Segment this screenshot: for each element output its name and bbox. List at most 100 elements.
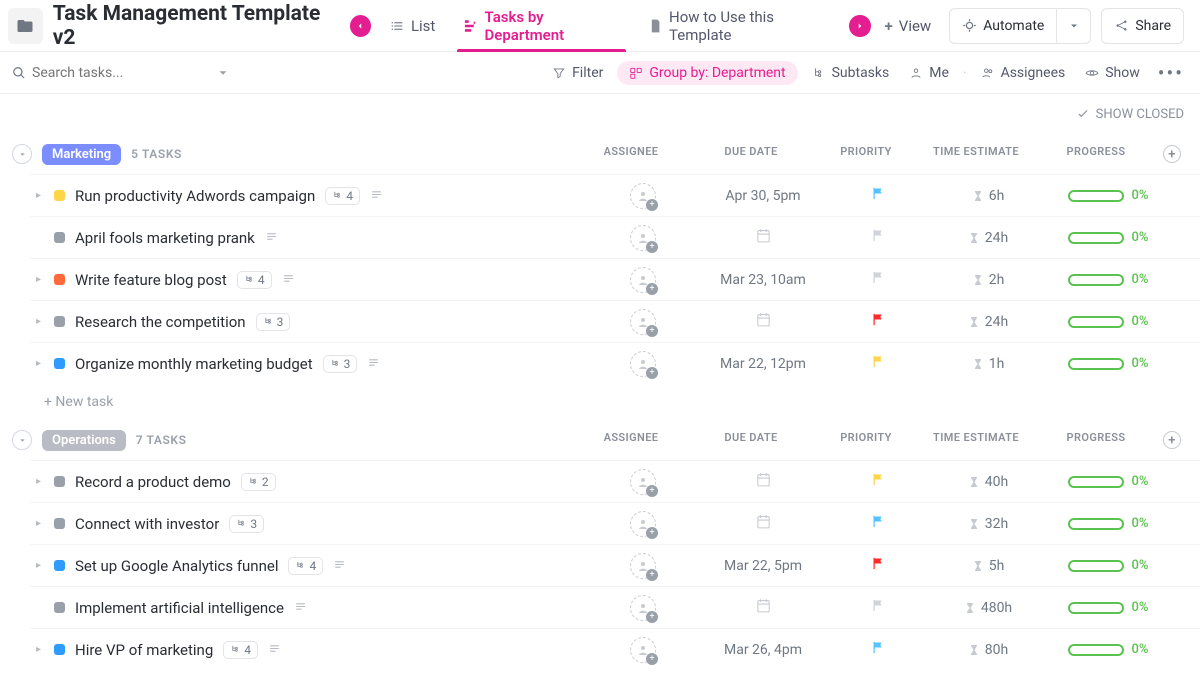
new-task-button[interactable]: + New task	[0, 384, 1200, 420]
assignee-add[interactable]: +	[630, 553, 656, 579]
due-date[interactable]: Mar 26, 4pm	[724, 642, 802, 658]
priority-flag-icon[interactable]	[871, 598, 886, 617]
calendar-icon[interactable]	[755, 513, 772, 534]
status-dot[interactable]	[54, 560, 65, 571]
progress[interactable]: 0%	[1068, 356, 1149, 371]
due-date[interactable]: Mar 22, 12pm	[720, 356, 806, 372]
status-dot[interactable]	[54, 602, 65, 613]
expand-caret[interactable]: ▸	[36, 476, 44, 487]
group-badge[interactable]: Operations	[42, 430, 126, 451]
status-dot[interactable]	[54, 316, 65, 327]
col-priority[interactable]: PRIORITY	[816, 431, 916, 449]
calendar-icon[interactable]	[755, 311, 772, 332]
expand-caret[interactable]: ▸	[36, 518, 44, 529]
assignee-add[interactable]: +	[630, 595, 656, 621]
subtask-count[interactable]: 3	[229, 515, 264, 533]
calendar-icon[interactable]	[755, 227, 772, 248]
col-estimate[interactable]: TIME ESTIMATE	[916, 145, 1036, 163]
expand-caret[interactable]: ▸	[36, 190, 44, 201]
priority-flag-icon[interactable]	[871, 514, 886, 533]
view-tab-how-to[interactable]: How to Use this Template	[634, 0, 845, 52]
time-estimate[interactable]: 24h	[968, 314, 1008, 330]
description-icon[interactable]	[367, 355, 380, 373]
task-row[interactable]: ▸ Connect with investor 3 + 32h	[30, 502, 1200, 544]
status-dot[interactable]	[54, 476, 65, 487]
task-name[interactable]: Research the competition	[75, 313, 246, 331]
time-estimate[interactable]: 1h	[972, 356, 1005, 372]
priority-flag-icon[interactable]	[871, 354, 886, 373]
add-column-button[interactable]: +	[1163, 145, 1181, 163]
subtasks-button[interactable]: Subtasks	[806, 61, 896, 85]
task-row[interactable]: ▸ Research the competition 3 + 24h	[30, 300, 1200, 342]
task-name[interactable]: Set up Google Analytics funnel	[75, 557, 278, 575]
subtask-count[interactable]: 4	[237, 271, 272, 289]
col-assignee[interactable]: ASSIGNEE	[576, 431, 686, 449]
assignee-add[interactable]: +	[630, 309, 656, 335]
progress[interactable]: 0%	[1068, 230, 1149, 245]
subtask-count[interactable]: 4	[325, 187, 360, 205]
col-due[interactable]: DUE DATE	[686, 431, 816, 449]
time-estimate[interactable]: 40h	[968, 474, 1008, 490]
add-view-button[interactable]: + View	[875, 17, 942, 35]
task-name[interactable]: Organize monthly marketing budget	[75, 355, 313, 373]
expand-caret[interactable]: ▸	[36, 560, 44, 571]
add-column-button[interactable]: +	[1163, 431, 1181, 449]
status-dot[interactable]	[54, 232, 65, 243]
priority-flag-icon[interactable]	[871, 556, 886, 575]
description-icon[interactable]	[282, 271, 295, 289]
due-date[interactable]: Apr 30, 5pm	[725, 188, 800, 204]
calendar-icon[interactable]	[755, 597, 772, 618]
nav-next-button[interactable]	[849, 15, 870, 37]
collapse-toggle[interactable]	[12, 144, 32, 164]
assignee-add[interactable]: +	[630, 469, 656, 495]
due-date[interactable]: Mar 22, 5pm	[724, 558, 802, 574]
task-name[interactable]: Record a product demo	[75, 473, 231, 491]
show-closed-button[interactable]: SHOW CLOSED	[1096, 107, 1184, 122]
share-button[interactable]: Share	[1101, 8, 1184, 44]
time-estimate[interactable]: 80h	[968, 642, 1008, 658]
show-button[interactable]: Show	[1079, 61, 1146, 85]
time-estimate[interactable]: 2h	[972, 272, 1005, 288]
group-badge[interactable]: Marketing	[42, 144, 121, 165]
time-estimate[interactable]: 32h	[968, 516, 1008, 532]
assignee-add[interactable]: +	[630, 267, 656, 293]
task-row[interactable]: April fools marketing prank + 24h 0%	[30, 216, 1200, 258]
priority-flag-icon[interactable]	[871, 228, 886, 247]
me-button[interactable]: Me	[903, 61, 955, 85]
expand-caret[interactable]: ▸	[36, 316, 44, 327]
status-dot[interactable]	[54, 358, 65, 369]
subtask-count[interactable]: 4	[223, 641, 258, 659]
subtask-count[interactable]: 4	[288, 557, 323, 575]
description-icon[interactable]	[294, 599, 307, 617]
task-name[interactable]: Hire VP of marketing	[75, 641, 213, 659]
time-estimate[interactable]: 480h	[964, 600, 1012, 616]
subtask-count[interactable]: 2	[241, 473, 276, 491]
priority-flag-icon[interactable]	[871, 312, 886, 331]
expand-caret[interactable]: ▸	[36, 274, 44, 285]
progress[interactable]: 0%	[1068, 272, 1149, 287]
col-assignee[interactable]: ASSIGNEE	[576, 145, 686, 163]
due-date[interactable]: Mar 23, 10am	[720, 272, 806, 288]
task-row[interactable]: ▸ Hire VP of marketing 4 + Mar 26, 4pm 8…	[30, 628, 1200, 670]
progress[interactable]: 0%	[1068, 558, 1149, 573]
description-icon[interactable]	[268, 641, 281, 659]
assignees-button[interactable]: Assignees	[975, 61, 1072, 85]
description-icon[interactable]	[370, 187, 383, 205]
status-dot[interactable]	[54, 274, 65, 285]
assignee-add[interactable]: +	[630, 351, 656, 377]
progress[interactable]: 0%	[1068, 474, 1149, 489]
progress[interactable]: 0%	[1068, 516, 1149, 531]
task-row[interactable]: Implement artificial intelligence + 480h…	[30, 586, 1200, 628]
col-progress[interactable]: PROGRESS	[1036, 431, 1156, 449]
task-row[interactable]: ▸ Set up Google Analytics funnel 4 + Mar…	[30, 544, 1200, 586]
task-row[interactable]: ▸ Run productivity Adwords campaign 4 + …	[30, 174, 1200, 216]
assignee-add[interactable]: +	[630, 511, 656, 537]
view-tab-list[interactable]: List	[375, 0, 449, 52]
col-estimate[interactable]: TIME ESTIMATE	[916, 431, 1036, 449]
priority-flag-icon[interactable]	[871, 186, 886, 205]
subtask-count[interactable]: 3	[323, 355, 358, 373]
calendar-icon[interactable]	[755, 471, 772, 492]
task-name[interactable]: April fools marketing prank	[75, 229, 255, 247]
task-row[interactable]: ▸ Organize monthly marketing budget 3 + …	[30, 342, 1200, 384]
priority-flag-icon[interactable]	[871, 640, 886, 659]
